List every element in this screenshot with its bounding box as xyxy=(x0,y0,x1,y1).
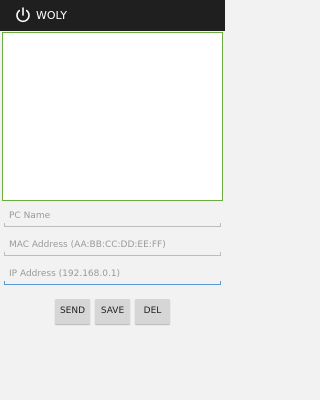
pc-name-field[interactable]: PC Name xyxy=(4,209,221,227)
app-title: WOLY xyxy=(36,9,67,22)
ip-address-field[interactable]: IP Address (192.168.0.1) xyxy=(4,267,221,285)
send-button[interactable]: SEND xyxy=(55,299,90,324)
delete-button[interactable]: DEL xyxy=(135,299,170,324)
action-bar: WOLY xyxy=(0,0,225,31)
saved-pc-list[interactable] xyxy=(2,32,223,201)
pc-name-placeholder: PC Name xyxy=(9,211,51,221)
mac-address-underline xyxy=(4,252,221,256)
mac-address-field[interactable]: MAC Address (AA:BB:CC:DD:EE:FF) xyxy=(4,238,221,256)
ip-address-underline xyxy=(4,281,221,285)
pc-name-underline xyxy=(4,223,221,227)
save-button[interactable]: SAVE xyxy=(95,299,130,324)
ip-address-placeholder: IP Address (192.168.0.1) xyxy=(9,269,121,279)
power-icon xyxy=(16,7,30,23)
mac-address-placeholder: MAC Address (AA:BB:CC:DD:EE:FF) xyxy=(9,240,166,250)
